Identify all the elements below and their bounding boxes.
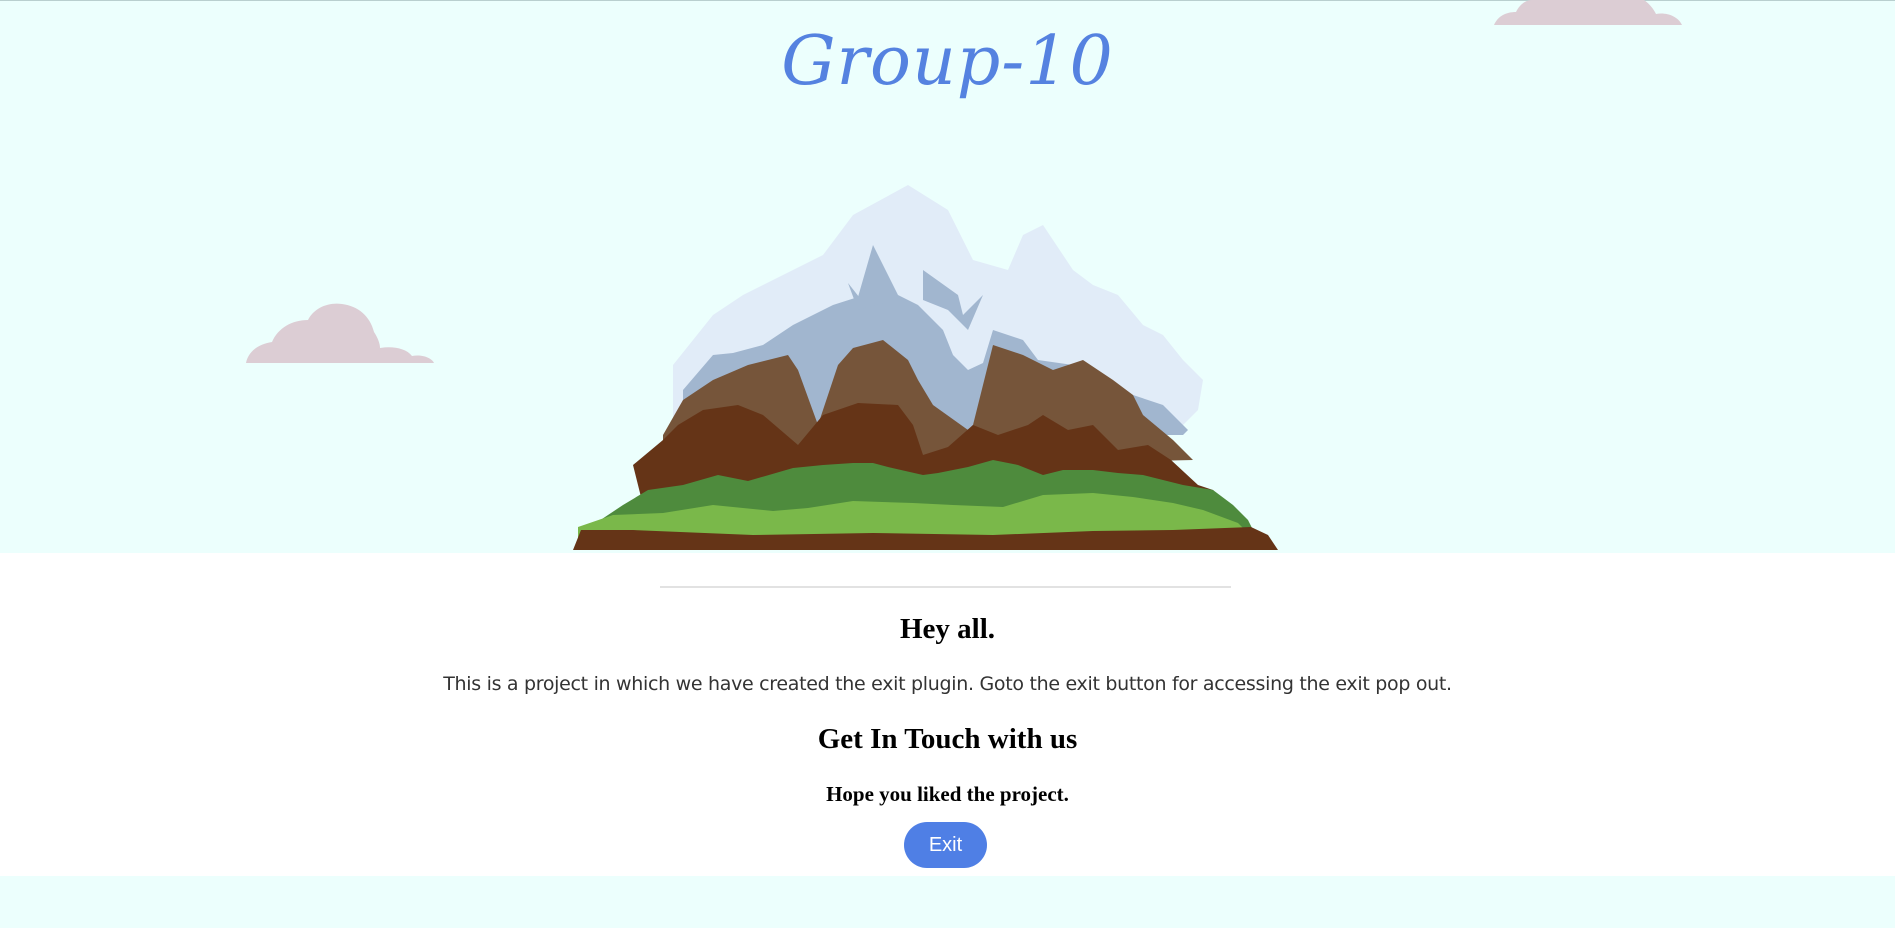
site-title: Group-10 bbox=[781, 22, 1114, 101]
divider bbox=[660, 586, 1231, 588]
content-section: Hey all. This is a project in which we h… bbox=[0, 553, 1895, 876]
hero-section: Group-10 bbox=[0, 0, 1895, 553]
cloud-icon bbox=[1494, 0, 1682, 25]
exit-button[interactable]: Exit bbox=[904, 822, 987, 868]
greeting-heading: Hey all. bbox=[899, 613, 996, 645]
description-text: This is a project in which we have creat… bbox=[443, 673, 1452, 695]
mountain-illustration bbox=[573, 185, 1278, 550]
contact-heading: Get In Touch with us bbox=[817, 723, 1078, 755]
closing-note: Hope you liked the project. bbox=[826, 782, 1069, 806]
page: Group-10 Hey all. This is a project in w… bbox=[0, 0, 1895, 928]
cloud-icon bbox=[246, 303, 434, 363]
